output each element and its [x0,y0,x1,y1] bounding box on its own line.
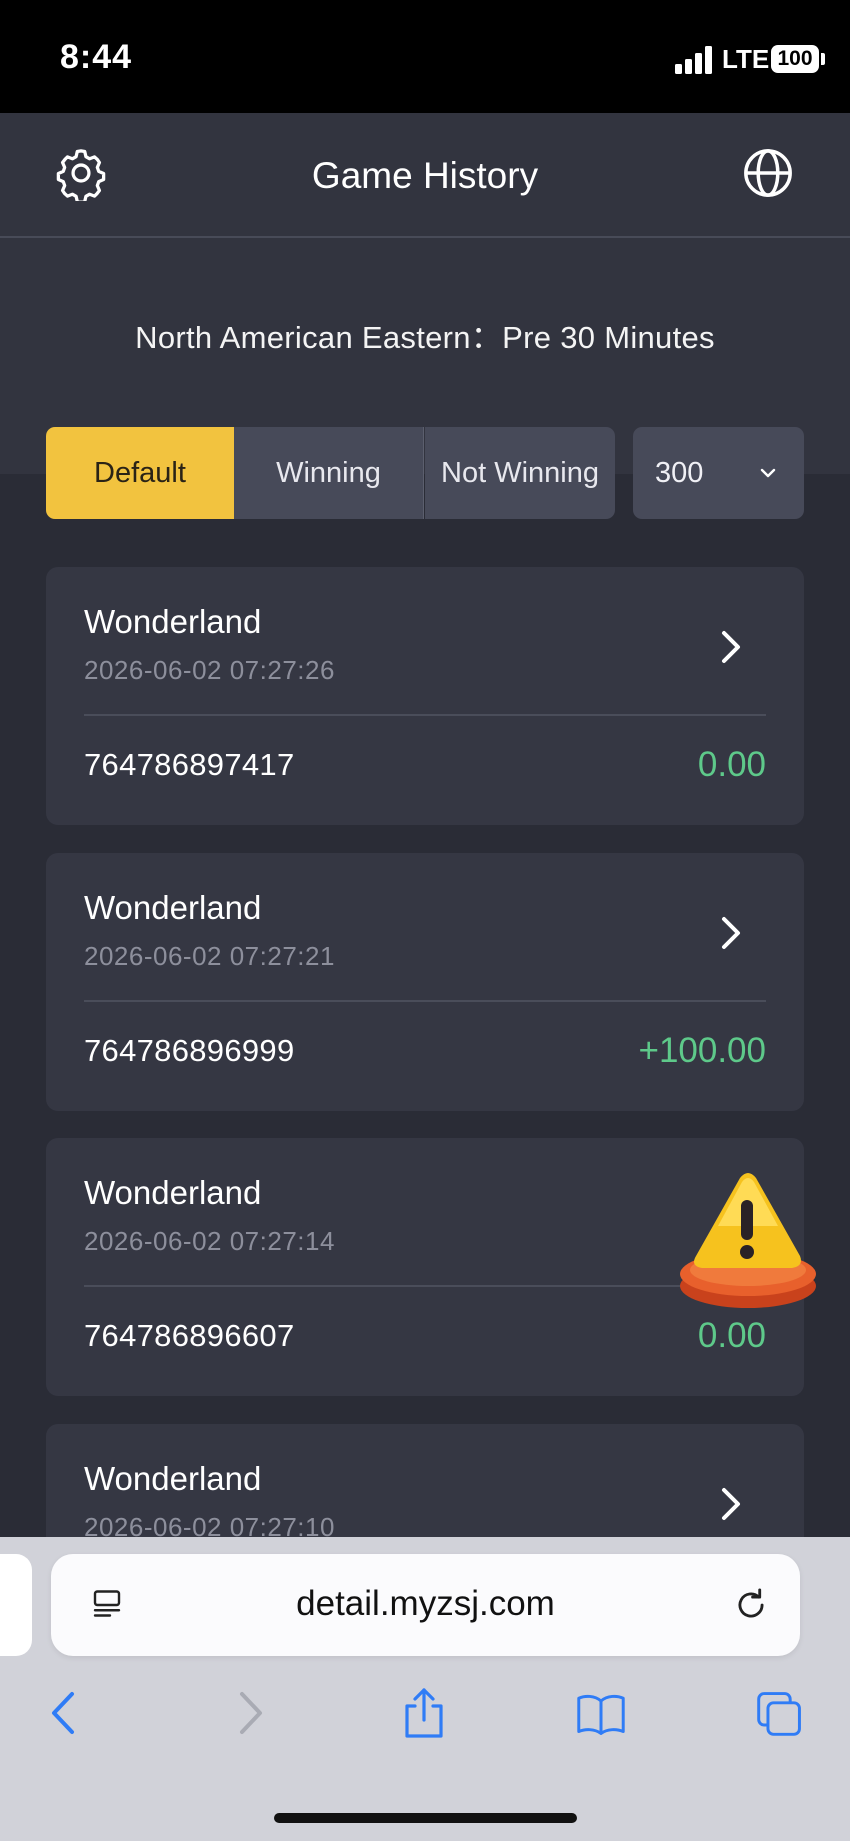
record-count-select[interactable]: 300 [633,427,804,519]
order-id: 764786896607 [84,1318,295,1353]
divider [84,714,766,716]
tabs-icon[interactable] [755,1686,805,1740]
app-header: Game History [0,113,850,238]
status-time: 8:44 [60,38,133,76]
win-amount: 0.00 [697,745,766,784]
battery-icon: 100 [771,45,819,73]
signal-icon [675,46,715,74]
win-amount: 0.00 [697,1316,766,1355]
tab-default[interactable]: Default [46,427,234,519]
battery-tip [821,53,825,65]
previous-tab-peek[interactable] [0,1554,32,1656]
home-indicator [274,1813,577,1823]
share-icon[interactable] [399,1686,449,1740]
record-time: 2026-06-02 07:27:14 [84,1226,335,1256]
warning-icon[interactable] [678,1170,818,1312]
record-time: 2026-06-02 07:27:26 [84,655,335,685]
game-name: Wonderland [84,889,262,926]
network-type: LTE [722,44,770,74]
tab-winning[interactable]: Winning [234,427,424,519]
tab-not-winning[interactable]: Not Winning [425,427,615,519]
divider [84,1000,766,1002]
chevron-right-icon[interactable] [718,913,744,953]
url-text: detail.myzsj.com [296,1584,555,1623]
history-card[interactable]: Wonderland 2026-06-02 07:27:26 764786897… [46,567,804,825]
game-name: Wonderland [84,1174,262,1211]
forward-icon[interactable] [224,1686,274,1740]
win-amount: +100.00 [638,1031,767,1070]
game-name: Wonderland [84,603,262,640]
chevron-right-icon[interactable] [718,627,744,667]
record-time: 2026-06-02 07:27:21 [84,941,335,971]
reload-icon[interactable] [732,1586,770,1624]
chevron-down-icon [760,468,776,478]
back-icon[interactable] [40,1686,90,1740]
divider [84,1285,766,1287]
history-card[interactable]: Wonderland 2026-06-02 07:27:21 764786896… [46,853,804,1111]
page-title: Game History [311,155,539,196]
globe-icon[interactable] [740,145,796,201]
order-id: 764786897417 [84,747,295,782]
bookmarks-icon[interactable] [576,1686,626,1740]
order-id: 764786896999 [84,1033,295,1068]
game-name: Wonderland [84,1460,262,1497]
status-bar: 8:44 LTE 100 [0,0,850,113]
record-count-value: 300 [655,457,704,489]
chevron-right-icon[interactable] [718,1484,744,1524]
timezone-label: North American Eastern：Pre 30 Minutes [135,320,715,355]
address-bar[interactable]: detail.myzsj.com [51,1554,800,1656]
